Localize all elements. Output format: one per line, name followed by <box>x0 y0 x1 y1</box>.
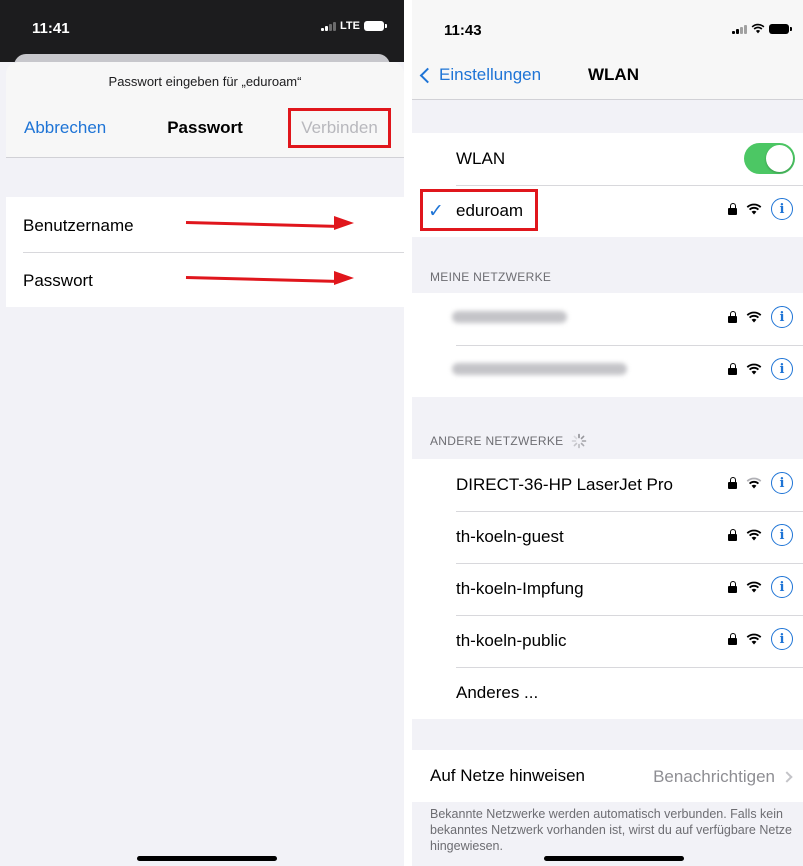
home-indicator[interactable] <box>544 856 684 861</box>
status-bar: 11:43 <box>412 0 803 50</box>
network-icons: i <box>728 628 793 650</box>
wifi-icon <box>746 581 762 593</box>
connect-button[interactable]: Verbinden <box>288 108 391 148</box>
wlan-group: WLAN ✓ eduroam i <box>412 133 803 237</box>
password-prompt: Passwort eingeben für „eduroam“ <box>108 74 302 89</box>
network-name: DIRECT-36-HP LaserJet Pro <box>456 475 673 494</box>
page-title: WLAN <box>588 65 639 84</box>
ask-to-join-footnote: Bekannte Netzwerke werden automatisch ve… <box>430 807 792 853</box>
red-arrow-icon <box>186 270 354 286</box>
status-time: 11:41 <box>32 20 70 37</box>
lock-icon <box>728 311 737 323</box>
network-icons: i <box>728 472 793 494</box>
password-label: Passwort <box>23 271 93 290</box>
status-time: 11:43 <box>444 22 482 39</box>
network-icons: i <box>728 576 793 598</box>
blurred-network-name <box>452 363 627 375</box>
network-icons: i <box>728 306 793 328</box>
ask-to-join-group: Auf Netze hinweisen Benachrichtigen <box>412 750 803 802</box>
wlan-toggle-row: WLAN <box>412 133 803 185</box>
back-label: Einstellungen <box>439 65 542 84</box>
password-screen: 11:41 LTE Passwort eingeben für „eduroam… <box>0 0 404 866</box>
wlan-toggle-switch[interactable] <box>744 143 795 174</box>
connected-network-row[interactable]: ✓ eduroam i <box>412 185 803 237</box>
home-indicator[interactable] <box>137 856 277 861</box>
username-field[interactable]: Benutzername <box>6 197 404 252</box>
credential-fields: Benutzername Passwort <box>6 197 404 307</box>
checkmark-icon: ✓ <box>428 201 444 222</box>
info-icon[interactable]: i <box>771 628 793 650</box>
ask-to-join-row[interactable]: Auf Netze hinweisen Benachrichtigen <box>412 750 803 802</box>
navigation-bar: Einstellungen WLAN <box>412 50 803 100</box>
info-icon[interactable]: i <box>771 358 793 380</box>
network-name: th-koeln-guest <box>456 527 564 546</box>
signal-icon <box>321 21 337 31</box>
network-name: th-koeln-Impfung <box>456 579 584 598</box>
wifi-icon <box>746 203 762 215</box>
wifi-icon <box>746 633 762 645</box>
battery-icon <box>364 21 387 31</box>
lock-icon <box>728 477 737 489</box>
wifi-icon <box>746 311 762 323</box>
other-networks-header: ANDERE NETZWERKE <box>430 433 587 449</box>
lock-icon <box>728 203 737 215</box>
wlan-settings-screen: 11:43 Einstellungen WLAN WLAN ✓ eduroam … <box>412 0 803 866</box>
wifi-icon <box>746 477 762 489</box>
password-field[interactable]: Passwort <box>6 252 404 307</box>
my-networks-group: i i <box>412 293 803 397</box>
my-networks-header-label: MEINE NETZWERKE <box>430 270 552 284</box>
ask-to-join-value: Benachrichtigen <box>653 767 793 787</box>
username-label: Benutzername <box>23 216 134 235</box>
blurred-network-name <box>452 311 567 323</box>
network-row[interactable]: th-koeln-Impfung i <box>412 563 803 615</box>
network-row[interactable]: DIRECT-36-HP LaserJet Pro i <box>412 459 803 511</box>
wifi-icon <box>746 363 762 375</box>
other-network-row[interactable]: Anderes ... <box>412 667 803 719</box>
wlan-toggle-label: WLAN <box>456 149 506 168</box>
info-icon[interactable]: i <box>771 576 793 598</box>
battery-icon <box>769 23 792 34</box>
other-networks-header-label: ANDERE NETZWERKE <box>430 434 564 448</box>
ask-to-join-value-label: Benachrichtigen <box>653 767 775 786</box>
info-icon[interactable]: i <box>771 472 793 494</box>
red-arrow-icon <box>186 215 354 231</box>
ask-to-join-label: Auf Netze hinweisen <box>430 766 585 785</box>
loading-spinner-icon <box>572 433 587 449</box>
signal-icon <box>732 24 747 34</box>
saved-network-row[interactable]: i <box>412 345 803 397</box>
connected-network-name: eduroam <box>456 201 524 220</box>
lock-icon <box>728 529 737 541</box>
my-networks-header: MEINE NETZWERKE <box>430 270 551 284</box>
lock-icon <box>728 581 737 593</box>
connect-button-label: Verbinden <box>301 118 378 137</box>
sheet-header: Passwort eingeben für „eduroam“ Abbreche… <box>6 62 404 158</box>
wifi-status-icon <box>751 23 765 34</box>
lock-icon <box>728 363 737 375</box>
status-icons <box>732 23 792 34</box>
info-icon[interactable]: i <box>771 198 793 220</box>
network-name: th-koeln-public <box>456 631 567 650</box>
network-icons: i <box>728 524 793 546</box>
info-icon[interactable]: i <box>771 306 793 328</box>
other-network-label: Anderes ... <box>456 683 539 702</box>
network-row[interactable]: th-koeln-guest i <box>412 511 803 563</box>
chevron-right-icon <box>781 771 793 783</box>
network-icons: i <box>728 358 793 380</box>
wifi-icon <box>746 529 762 541</box>
chevron-left-icon <box>419 67 436 83</box>
saved-network-row[interactable]: i <box>412 293 803 345</box>
back-button[interactable]: Einstellungen <box>419 65 542 85</box>
network-icons: i <box>728 198 793 220</box>
password-sheet: Passwort eingeben für „eduroam“ Abbreche… <box>6 62 404 866</box>
network-row[interactable]: th-koeln-public i <box>412 615 803 667</box>
status-icons: LTE <box>321 20 387 32</box>
status-bar: 11:41 LTE <box>0 0 404 62</box>
network-type: LTE <box>340 20 360 32</box>
lock-icon <box>728 633 737 645</box>
other-networks-group: DIRECT-36-HP LaserJet Pro i th-koeln-gue… <box>412 459 803 719</box>
info-icon[interactable]: i <box>771 524 793 546</box>
